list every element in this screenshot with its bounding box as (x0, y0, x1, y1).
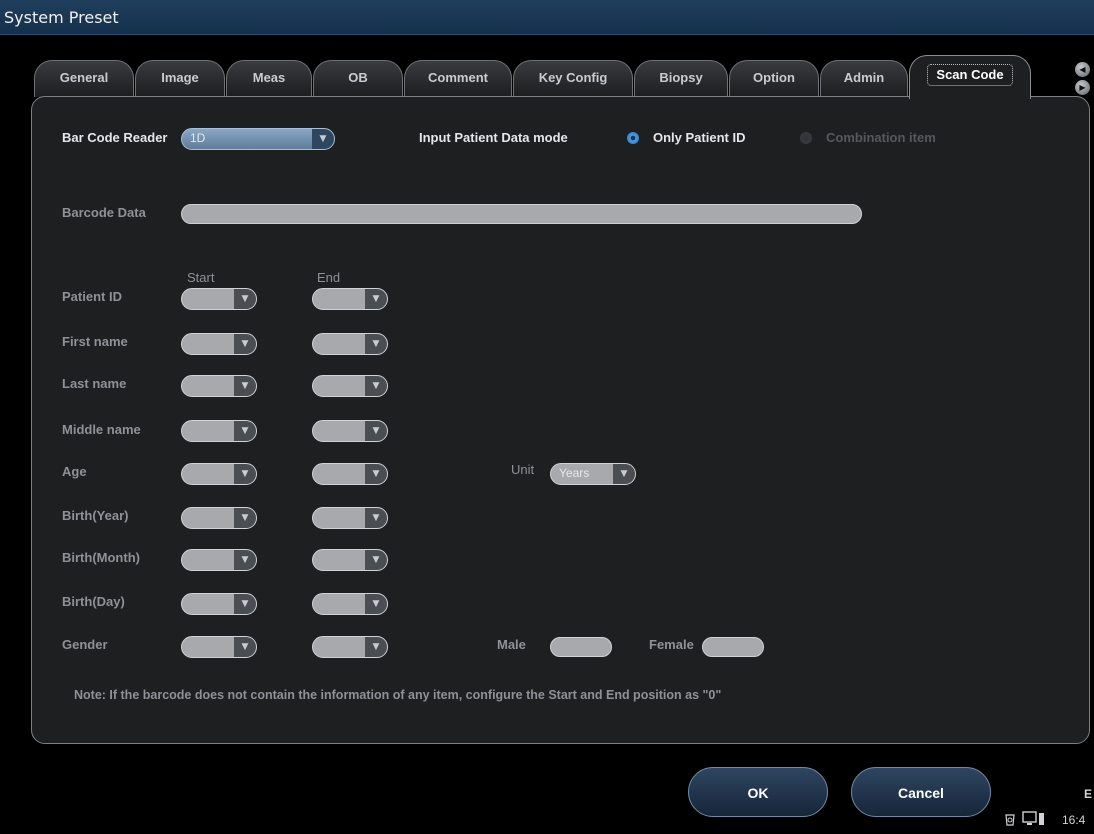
tab-scan-code-label: Scan Code (927, 64, 1013, 86)
unit-label: Unit (511, 462, 535, 477)
window-title: System Preset (4, 8, 119, 27)
chevron-down-icon: ▼ (365, 508, 387, 528)
status-indicator: E (1084, 787, 1093, 801)
chevron-down-icon: ▼ (365, 334, 387, 354)
input-mode-label: Input Patient Data mode (419, 130, 568, 145)
tab-scan-code[interactable]: Scan Code (909, 55, 1031, 99)
chevron-down-icon: ▼ (365, 421, 387, 441)
title-bar: System Preset (0, 0, 1094, 35)
female-label: Female (649, 637, 694, 652)
male-code-field[interactable] (550, 637, 612, 657)
radio-only-patient-id[interactable] (627, 132, 639, 144)
first-name-start-select[interactable]: ▼ (181, 333, 257, 355)
barcode-data-label: Barcode Data (62, 205, 146, 220)
bar-code-reader-value: 1D (190, 131, 206, 145)
gender-end-select[interactable]: ▼ (312, 636, 388, 658)
field-label-first-name: First name (62, 334, 128, 349)
birth-day-end-select[interactable]: ▼ (312, 593, 388, 615)
scan-code-panel: Bar Code Reader 1D ▼ Input Patient Data … (31, 96, 1090, 744)
chevron-down-icon: ▼ (234, 508, 256, 528)
tab-ob[interactable]: OB (313, 60, 403, 97)
birth-day-start-select[interactable]: ▼ (181, 593, 257, 615)
radio-combination-item[interactable] (800, 132, 812, 144)
tab-option[interactable]: Option (729, 60, 819, 97)
gender-start-select[interactable]: ▼ (181, 636, 257, 658)
bar-code-reader-select[interactable]: 1D ▼ (181, 128, 335, 150)
last-name-start-select[interactable]: ▼ (181, 375, 257, 397)
birth-year-end-select[interactable]: ▼ (312, 507, 388, 529)
tab-image[interactable]: Image (135, 60, 225, 97)
tab-meas[interactable]: Meas (226, 60, 312, 97)
patient-id-start-select[interactable]: ▼ (181, 288, 257, 310)
tab-biopsy[interactable]: Biopsy (634, 60, 728, 97)
tab-scroll-right-icon[interactable]: ▶ (1075, 80, 1090, 95)
chevron-down-icon: ▼ (234, 334, 256, 354)
monitor-icon (1022, 811, 1046, 827)
chevron-down-icon: ▼ (365, 464, 387, 484)
female-code-field[interactable] (702, 637, 764, 657)
chevron-down-icon: ▼ (234, 550, 256, 570)
tab-admin[interactable]: Admin (820, 60, 908, 97)
field-label-birth-day: Birth(Day) (62, 594, 125, 609)
patient-id-end-select[interactable]: ▼ (312, 288, 388, 310)
field-label-birth-year: Birth(Year) (62, 508, 129, 523)
chevron-down-icon: ▼ (613, 464, 635, 484)
chevron-down-icon: ▼ (234, 376, 256, 396)
chevron-down-icon: ▼ (234, 594, 256, 614)
printer-icon (1003, 812, 1017, 826)
field-label-birth-month: Birth(Month) (62, 550, 140, 565)
column-start-header: Start (187, 270, 215, 285)
field-label-middle-name: Middle name (62, 422, 141, 437)
tab-key-config[interactable]: Key Config (513, 60, 633, 97)
option-combination-label: Combination item (826, 130, 936, 145)
chevron-down-icon: ▼ (365, 594, 387, 614)
chevron-down-icon: ▼ (312, 129, 334, 149)
field-label-last-name: Last name (62, 376, 127, 391)
tab-general[interactable]: General (34, 60, 134, 97)
chevron-down-icon: ▼ (234, 289, 256, 309)
middle-name-end-select[interactable]: ▼ (312, 420, 388, 442)
field-label-age: Age (62, 464, 87, 479)
ok-button[interactable]: OK (688, 767, 828, 817)
chevron-down-icon: ▼ (365, 376, 387, 396)
age-unit-value: Years (559, 466, 590, 480)
birth-year-start-select[interactable]: ▼ (181, 507, 257, 529)
chevron-down-icon: ▼ (365, 550, 387, 570)
age-unit-select[interactable]: Years ▼ (550, 463, 636, 485)
note-text: Note: If the barcode does not contain th… (74, 688, 722, 702)
option-only-patient-id-label: Only Patient ID (653, 130, 746, 145)
tab-scroll-left-icon[interactable]: ◀ (1075, 62, 1090, 77)
chevron-down-icon: ▼ (234, 421, 256, 441)
chevron-down-icon: ▼ (234, 637, 256, 657)
age-start-select[interactable]: ▼ (181, 463, 257, 485)
birth-month-end-select[interactable]: ▼ (312, 549, 388, 571)
column-end-header: End (317, 270, 341, 285)
chevron-down-icon: ▼ (365, 289, 387, 309)
bar-code-reader-label: Bar Code Reader (62, 130, 168, 145)
clock-time: 16:4 (1062, 813, 1086, 827)
chevron-down-icon: ▼ (365, 637, 387, 657)
first-name-end-select[interactable]: ▼ (312, 333, 388, 355)
barcode-data-field[interactable] (181, 204, 862, 224)
cancel-button[interactable]: Cancel (851, 767, 991, 817)
middle-name-start-select[interactable]: ▼ (181, 420, 257, 442)
chevron-down-icon: ▼ (234, 464, 256, 484)
male-label: Male (497, 637, 526, 652)
last-name-end-select[interactable]: ▼ (312, 375, 388, 397)
field-label-patient-id: Patient ID (62, 289, 122, 304)
tab-comment[interactable]: Comment (404, 60, 512, 97)
birth-month-start-select[interactable]: ▼ (181, 549, 257, 571)
age-end-select[interactable]: ▼ (312, 463, 388, 485)
field-label-gender: Gender (62, 637, 108, 652)
